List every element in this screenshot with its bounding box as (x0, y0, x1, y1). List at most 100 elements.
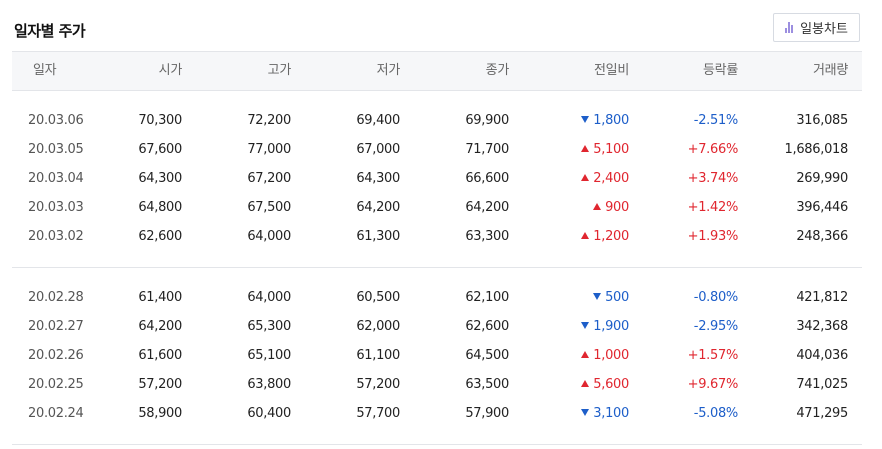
close-cell: 57,900 (465, 406, 509, 421)
date-cell: 20.03.04 (28, 171, 84, 186)
date-cell: 20.02.24 (28, 406, 84, 421)
rate-cell: +3.74% (687, 171, 739, 186)
change-value: 3,100 (593, 406, 629, 421)
volume-cell: 316,085 (796, 113, 848, 128)
open-cell: 61,400 (138, 290, 182, 305)
change-cell: 2,400 (581, 171, 629, 187)
low-cell: 57,200 (356, 377, 400, 392)
rate-cell: +1.42% (687, 200, 739, 215)
low-cell: 69,400 (356, 113, 400, 128)
close-cell: 64,200 (465, 200, 509, 215)
volume-cell: 342,368 (796, 319, 848, 334)
change-value: 500 (605, 290, 629, 305)
close-cell: 63,500 (465, 377, 509, 392)
high-cell: 67,200 (247, 171, 291, 186)
high-cell: 64,000 (247, 229, 291, 244)
col-header-change: 전일비 (594, 63, 629, 78)
panel-title: 일자별 주가 (14, 22, 86, 40)
high-cell: 72,200 (247, 113, 291, 128)
low-cell: 57,700 (356, 406, 400, 421)
change-cell: 1,900 (581, 319, 629, 335)
close-cell: 63,300 (465, 229, 509, 244)
close-cell: 71,700 (465, 142, 509, 157)
triangle-up-icon (581, 145, 590, 152)
col-header-open: 시가 (158, 63, 183, 78)
rate-cell: -2.95% (693, 319, 739, 334)
triangle-down-icon (581, 409, 590, 416)
open-cell: 61,600 (138, 348, 182, 363)
rate-cell: +9.67% (687, 377, 739, 392)
col-header-high: 고가 (267, 63, 292, 78)
rate-cell: +1.93% (687, 229, 739, 244)
header-divider (12, 90, 862, 91)
volume-cell: 1,686,018 (784, 142, 849, 157)
date-cell: 20.03.03 (28, 200, 84, 215)
close-cell: 66,600 (465, 171, 509, 186)
daily-chart-button[interactable]: 일봉차트 (773, 13, 860, 42)
open-cell: 64,300 (138, 171, 182, 186)
low-cell: 67,000 (356, 142, 400, 157)
low-cell: 61,300 (356, 229, 400, 244)
change-value: 900 (605, 200, 629, 215)
change-value: 1,200 (593, 229, 629, 244)
high-cell: 65,300 (247, 319, 291, 334)
high-cell: 64,000 (247, 290, 291, 305)
col-header-date: 일자 (33, 63, 57, 78)
date-cell: 20.02.28 (28, 290, 84, 305)
high-cell: 60,400 (247, 406, 291, 421)
volume-cell: 421,812 (796, 290, 848, 305)
triangle-up-icon (593, 203, 602, 210)
open-cell: 62,600 (138, 229, 182, 244)
bar-chart-icon (785, 22, 794, 33)
change-value: 5,100 (593, 142, 629, 157)
open-cell: 64,800 (138, 200, 182, 215)
rate-cell: -5.08% (693, 406, 739, 421)
triangle-up-icon (581, 351, 590, 358)
triangle-down-icon (581, 116, 590, 123)
volume-cell: 741,025 (796, 377, 848, 392)
low-cell: 61,100 (356, 348, 400, 363)
volume-cell: 471,295 (796, 406, 848, 421)
triangle-up-icon (581, 232, 590, 239)
high-cell: 65,100 (247, 348, 291, 363)
change-cell: 500 (593, 290, 629, 306)
daily-chart-button-label: 일봉차트 (800, 22, 848, 37)
date-cell: 20.02.26 (28, 348, 84, 363)
col-header-volume: 거래량 (813, 63, 848, 78)
col-header-low: 저가 (376, 63, 401, 78)
rate-cell: -2.51% (693, 113, 739, 128)
col-header-rate: 등락률 (703, 63, 738, 78)
change-cell: 5,100 (581, 142, 629, 158)
close-cell: 62,100 (465, 290, 509, 305)
open-cell: 67,600 (138, 142, 182, 157)
high-cell: 63,800 (247, 377, 291, 392)
open-cell: 58,900 (138, 406, 182, 421)
change-cell: 900 (593, 200, 629, 216)
close-cell: 62,600 (465, 319, 509, 334)
change-value: 1,800 (593, 113, 629, 128)
change-cell: 5,600 (581, 377, 629, 393)
change-value: 2,400 (593, 171, 629, 186)
change-cell: 1,800 (581, 113, 629, 129)
rate-cell: +7.66% (687, 142, 739, 157)
volume-cell: 404,036 (796, 348, 848, 363)
close-cell: 69,900 (465, 113, 509, 128)
high-cell: 67,500 (247, 200, 291, 215)
open-cell: 70,300 (138, 113, 182, 128)
volume-cell: 248,366 (796, 229, 848, 244)
low-cell: 60,500 (356, 290, 400, 305)
low-cell: 62,000 (356, 319, 400, 334)
high-cell: 77,000 (247, 142, 291, 157)
daily-price-panel: 일자별 주가 일봉차트 일자 시가 고가 저가 종가 전일비 등락률 거래량 20.03.06 7… (0, 0, 882, 449)
volume-cell: 396,446 (796, 200, 848, 215)
change-value: 1,900 (593, 319, 629, 334)
change-cell: 1,200 (581, 229, 629, 245)
close-cell: 64,500 (465, 348, 509, 363)
rate-cell: +1.57% (687, 348, 739, 363)
date-cell: 20.03.06 (28, 113, 84, 128)
date-cell: 20.03.05 (28, 142, 84, 157)
low-cell: 64,300 (356, 171, 400, 186)
change-value: 5,600 (593, 377, 629, 392)
open-cell: 64,200 (138, 319, 182, 334)
date-cell: 20.03.02 (28, 229, 84, 244)
